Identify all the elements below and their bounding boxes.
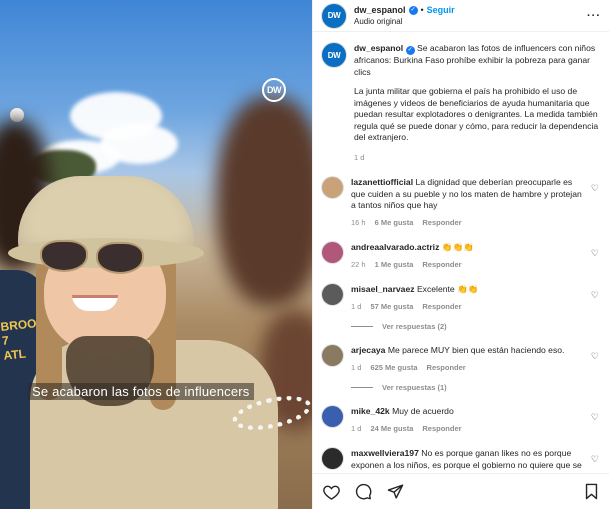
heart-icon[interactable]: ♡	[591, 183, 599, 194]
view-replies-label[interactable]: Ver respuestas (2)	[382, 322, 447, 331]
heart-icon[interactable]	[322, 483, 340, 501]
blurred-person	[216, 96, 312, 306]
comment-text: Me parece MUY bien que están haciendo es…	[387, 345, 565, 356]
view-replies-label[interactable]: Ver respuestas (1)	[382, 383, 447, 392]
comment-username[interactable]: misael_narvaez	[351, 284, 415, 294]
avatar[interactable]	[322, 242, 343, 264]
more-horizontal-icon[interactable]: ···	[587, 10, 601, 22]
sunglasses-lens	[96, 242, 144, 274]
comment-time[interactable]: 1 d	[351, 301, 361, 313]
comment-icon[interactable]	[354, 483, 372, 501]
comment-time[interactable]: 1 d	[351, 362, 361, 374]
video-subtitle: Se acabaron las fotos de influencers	[28, 383, 254, 400]
reply-button[interactable]: Responder	[422, 423, 461, 435]
comment-likes[interactable]: 625 Me gusta	[370, 362, 417, 374]
comment-time[interactable]: 22 h	[351, 259, 366, 271]
header-username[interactable]: dw_espanol	[354, 5, 406, 16]
comment-likes[interactable]: 1 Me gusta	[375, 259, 414, 271]
heart-icon[interactable]: ♡	[591, 351, 599, 362]
reply-button[interactable]: Responder	[427, 362, 466, 374]
reply-button[interactable]: Responder	[422, 259, 461, 271]
comment-item: mike_42k Muy de acuerdo 1 d 24 Me gusta Res…	[322, 406, 599, 434]
comment-username[interactable]: andreaalvarado.actriz	[351, 242, 439, 252]
follow-button[interactable]: Seguir	[427, 5, 455, 16]
comment-item: andreaalvarado.actriz 👏👏👏 22 h 1 Me gusta R…	[322, 242, 599, 270]
avatar[interactable]: DW	[322, 3, 346, 28]
comment-likes[interactable]: 57 Me gusta	[370, 301, 413, 313]
divider	[351, 387, 373, 389]
comment-likes[interactable]: 24 Me gusta	[370, 423, 413, 435]
post-caption: DW dw_espanol ✓ Se acabaron las fotos de…	[322, 43, 599, 163]
comment-text: Muy de acuerdo	[392, 406, 454, 417]
comment-item: misael_narvaez Excelente 👏👏 1 d 57 Me gust…	[322, 284, 599, 312]
comment-username[interactable]: maxwellviera197	[351, 448, 419, 458]
avatar[interactable]	[322, 284, 343, 306]
send-icon[interactable]	[386, 483, 404, 501]
comment-item: maxwellviera197 No es porque ganan likes…	[322, 448, 599, 473]
bookmark-icon[interactable]	[582, 483, 600, 501]
comment-item: arjecaya Me parece MUY bien que están ha…	[322, 345, 599, 373]
verified-icon: ✓	[408, 5, 418, 15]
heart-icon[interactable]: ♡	[591, 412, 599, 423]
post-panel: DW dw_espanol ✓ • Seguir Audio original …	[312, 0, 609, 509]
audio-label[interactable]: Audio original	[354, 16, 455, 27]
avatar[interactable]	[322, 448, 343, 470]
comment-username[interactable]: arjecaya	[351, 345, 385, 355]
post-media[interactable]: BROO 7 ATL DW Se acabaron las fotos de inf…	[0, 0, 312, 509]
sunglasses-lens	[40, 240, 88, 272]
heart-icon[interactable]: ♡	[591, 290, 599, 301]
shirt-print: BROO 7 ATL	[0, 316, 38, 363]
avatar[interactable]: DW	[322, 43, 346, 67]
comment-username[interactable]: lazanettiofficial	[351, 177, 413, 187]
post-time[interactable]: 1 d	[354, 152, 599, 164]
comments-scroll[interactable]: DW dw_espanol ✓ Se acabaron las fotos de…	[313, 33, 609, 473]
comment-time[interactable]: 16 h	[351, 217, 366, 229]
reply-button[interactable]: Responder	[422, 301, 461, 313]
reply-button[interactable]: Responder	[422, 217, 461, 229]
separator-dot: •	[420, 4, 424, 15]
verified-icon: ✓	[405, 46, 415, 56]
divider	[351, 326, 373, 328]
caption-username[interactable]: dw_espanol	[354, 43, 403, 53]
comment-text: 👏👏👏	[441, 242, 474, 253]
heart-icon[interactable]: ♡	[591, 248, 599, 259]
caption-paragraph: La junta militar que gobierna el país ha…	[354, 86, 599, 143]
dw-logo: DW	[262, 78, 286, 102]
avatar[interactable]	[322, 406, 343, 428]
action-bar	[313, 473, 609, 509]
comment-item: lazanettiofficial La dignidad que deberí…	[322, 177, 599, 228]
avatar[interactable]	[322, 177, 343, 199]
heart-icon[interactable]: ♡	[591, 454, 599, 465]
comment-username[interactable]: mike_42k	[351, 406, 390, 416]
comment-text: Excelente 👏👏	[416, 284, 479, 295]
view-replies-button[interactable]: Ver respuestas (2)	[351, 322, 599, 331]
comment-likes[interactable]: 6 Me gusta	[375, 217, 414, 229]
comment-time[interactable]: 1 d	[351, 423, 361, 435]
post-header: DW dw_espanol ✓ • Seguir Audio original …	[313, 0, 609, 32]
view-replies-button[interactable]: Ver respuestas (1)	[351, 383, 599, 392]
avatar[interactable]	[322, 345, 343, 367]
